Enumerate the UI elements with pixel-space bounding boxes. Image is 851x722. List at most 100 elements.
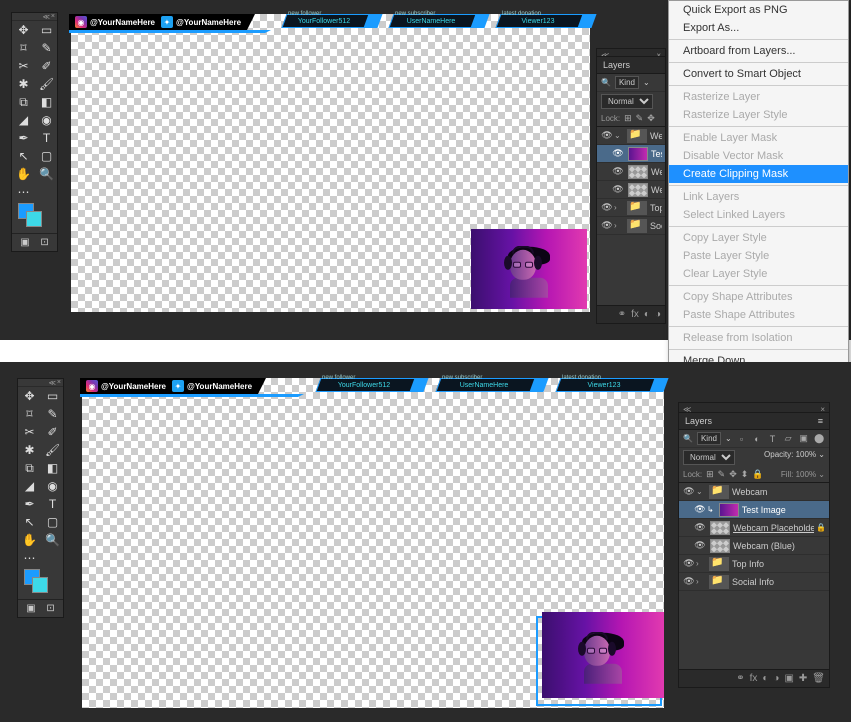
visibility-icon[interactable]: 👁 — [693, 504, 707, 515]
crop-tool[interactable]: ✂ — [12, 57, 35, 75]
artboard-tool[interactable]: ▭ — [41, 387, 64, 405]
blur-tool[interactable]: ◉ — [41, 477, 64, 495]
layer-folder-socialinfo[interactable]: 👁›Social Inf — [597, 217, 665, 235]
lock-all-icon[interactable]: ⊞ — [706, 469, 714, 480]
pen-tool[interactable]: ✒ — [12, 129, 35, 147]
healing-tool[interactable]: ✱ — [18, 441, 41, 459]
visibility-icon[interactable]: 👁 — [600, 130, 614, 141]
panel-tab-layers[interactable]: Layers — [597, 57, 665, 74]
eraser-tool[interactable]: ◧ — [35, 93, 58, 111]
move-tool[interactable]: ✥ — [12, 21, 35, 39]
layer-folder-webcam[interactable]: 👁⌄Webcam — [597, 127, 665, 145]
layer-webcam-blue[interactable]: 👁Webcam (Blue) — [679, 537, 829, 555]
shape-tool[interactable]: ▢ — [35, 147, 58, 165]
menu-item-quick-export-as-png[interactable]: Quick Export as PNG — [669, 1, 848, 19]
visibility-icon[interactable]: 👁 — [693, 540, 707, 551]
menu-item-create-clipping-mask[interactable]: Create Clipping Mask — [669, 165, 848, 183]
move-tool[interactable]: ✥ — [18, 387, 41, 405]
eyedropper-tool[interactable]: ✐ — [41, 423, 64, 441]
filter-icon[interactable]: 🔍 — [683, 434, 693, 443]
type-tool[interactable]: T — [35, 129, 58, 147]
visibility-icon[interactable]: 👁 — [693, 522, 707, 533]
toolbar-drag-handle[interactable]: ≪× — [18, 379, 63, 387]
screenmode-icon[interactable]: ⊡ — [46, 603, 54, 614]
filter-adjustment-icon[interactable]: ◐ — [751, 433, 763, 445]
menu-item-convert-to-smart-object[interactable]: Convert to Smart Object — [669, 65, 848, 83]
new-layer-icon[interactable]: ✚ — [799, 673, 807, 684]
hand-tool[interactable]: ✋ — [18, 531, 41, 549]
toolbar-drag-handle[interactable]: ≪× — [12, 13, 57, 21]
blend-mode-select[interactable]: Normal — [601, 94, 653, 109]
color-swatches[interactable] — [12, 201, 57, 233]
kind-select[interactable]: Kind — [697, 432, 721, 445]
lock-nested-icon[interactable]: ⬍ — [741, 469, 749, 480]
link-layers-icon[interactable]: ⚭ — [618, 309, 626, 320]
filter-icon[interactable]: 🔍 — [601, 78, 611, 87]
layer-test-image[interactable]: 👁Test — [597, 145, 665, 163]
visibility-icon[interactable]: 👁 — [682, 576, 696, 587]
layer-folder-topinfo[interactable]: 👁›Top Info — [679, 555, 829, 573]
layer-test-image[interactable]: 👁↳Test Image — [679, 501, 829, 519]
kind-select[interactable]: Kind — [615, 76, 639, 89]
screenmode-icon[interactable]: ⊡ — [40, 237, 48, 248]
fill-value[interactable]: 100% — [796, 470, 816, 479]
lock-lock-icon[interactable]: 🔒 — [752, 469, 763, 480]
visibility-icon[interactable]: 👁 — [600, 202, 614, 213]
blend-mode-select[interactable]: Normal — [683, 450, 735, 465]
group-icon[interactable]: ▣ — [784, 673, 793, 684]
gradient-tool[interactable]: ◢ — [12, 111, 35, 129]
crop-tool[interactable]: ✂ — [18, 423, 41, 441]
clone-tool[interactable]: ⧉ — [12, 93, 35, 111]
background-color[interactable] — [32, 577, 48, 593]
fx-icon[interactable]: fx — [631, 309, 639, 320]
layer-folder-socialinfo[interactable]: 👁›Social Info — [679, 573, 829, 591]
color-swatches[interactable] — [18, 567, 63, 599]
quickmask-icon[interactable]: ▣ — [26, 603, 35, 614]
layer-folder-topinfo[interactable]: 👁›Top Info — [597, 199, 665, 217]
shape-tool[interactable]: ▢ — [41, 513, 64, 531]
blur-tool[interactable]: ◉ — [35, 111, 58, 129]
opacity-value[interactable]: 100% — [796, 450, 816, 459]
background-color[interactable] — [26, 211, 42, 227]
filter-shape-icon[interactable]: ▱ — [782, 433, 794, 445]
quick-select-tool[interactable]: ✎ — [35, 39, 58, 57]
visibility-icon[interactable]: 👁 — [682, 558, 696, 569]
visibility-icon[interactable]: 👁 — [611, 166, 625, 177]
artboard-tool[interactable]: ▭ — [35, 21, 58, 39]
eyedropper-tool[interactable]: ✐ — [35, 57, 58, 75]
adjustment-icon[interactable]: ◑ — [655, 309, 661, 320]
lasso-tool[interactable]: ⌑ — [18, 405, 41, 423]
more-tool[interactable]: ⋯ — [18, 549, 41, 567]
brush-tool[interactable]: 🖌 — [35, 75, 58, 93]
filter-image-icon[interactable]: ▫ — [736, 433, 748, 445]
layer-webcam-placeholder[interactable]: 👁Webcam Placeholder🔒 — [679, 519, 829, 537]
visibility-icon[interactable]: 👁 — [611, 148, 625, 159]
document-canvas[interactable]: ◉ @YourNameHere ✦ @YourNameHere new foll… — [82, 378, 664, 708]
filter-toggle-icon[interactable]: ⬤ — [813, 433, 825, 445]
lasso-tool[interactable]: ⌑ — [12, 39, 35, 57]
more-tool[interactable]: ⋯ — [12, 183, 35, 201]
clone-tool[interactable]: ⧉ — [18, 459, 41, 477]
eraser-tool[interactable]: ◧ — [41, 459, 64, 477]
lock-pixels-icon[interactable]: ✎ — [636, 113, 644, 124]
layer-webcam-placeholder[interactable]: 👁Webc — [597, 163, 665, 181]
path-tool[interactable]: ↖ — [12, 147, 35, 165]
adjustment-icon[interactable]: ◑ — [773, 673, 779, 684]
lock-position-icon[interactable]: ✥ — [647, 113, 655, 124]
zoom-tool[interactable]: 🔍 — [41, 531, 64, 549]
link-layers-icon[interactable]: ⚭ — [736, 673, 744, 684]
layer-folder-webcam[interactable]: 👁⌄Webcam — [679, 483, 829, 501]
quick-select-tool[interactable]: ✎ — [41, 405, 64, 423]
visibility-icon[interactable]: 👁 — [682, 486, 696, 497]
filter-smart-icon[interactable]: ▣ — [798, 433, 810, 445]
quickmask-icon[interactable]: ▣ — [20, 237, 29, 248]
panel-tab-layers[interactable]: Layers≡ — [679, 413, 829, 430]
lock-all-icon[interactable]: ⊞ — [624, 113, 632, 124]
mask-icon[interactable]: ◐ — [762, 673, 768, 684]
trash-icon[interactable]: 🗑 — [812, 673, 825, 684]
fx-icon[interactable]: fx — [750, 673, 758, 684]
layer-webcam-blue[interactable]: 👁Webc — [597, 181, 665, 199]
lock-position-icon[interactable]: ✥ — [729, 469, 737, 480]
menu-item-artboard-from-layers[interactable]: Artboard from Layers... — [669, 42, 848, 60]
brush-tool[interactable]: 🖌 — [41, 441, 64, 459]
